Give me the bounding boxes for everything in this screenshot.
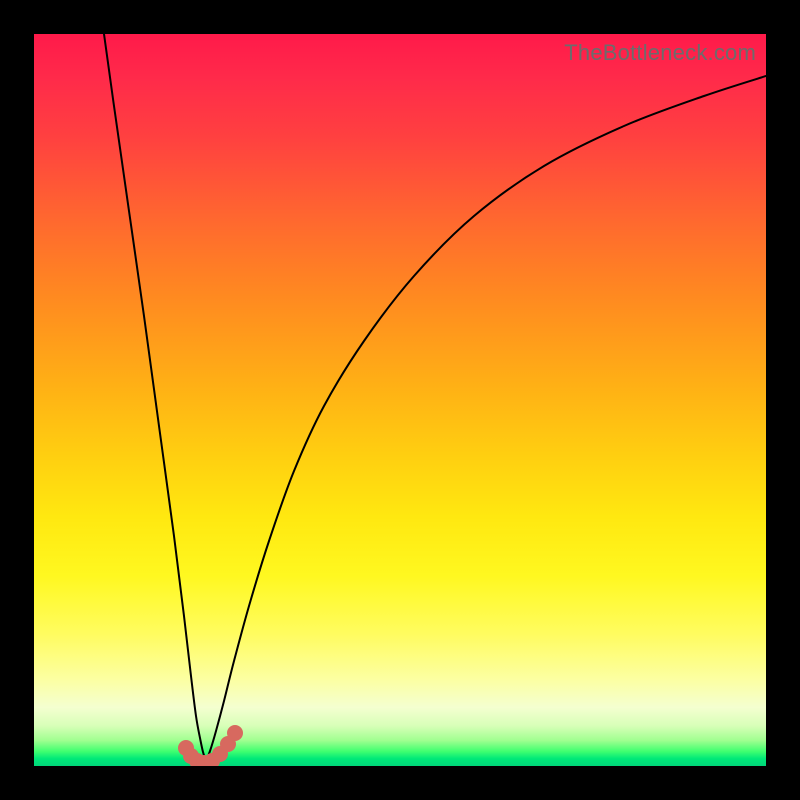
- curve-right-branch: [206, 76, 766, 761]
- chart-frame: TheBottleneck.com: [0, 0, 800, 800]
- plot-area: TheBottleneck.com: [34, 34, 766, 766]
- data-marker: [227, 725, 243, 741]
- curve-left-branch: [104, 34, 206, 761]
- data-markers: [178, 725, 243, 766]
- bottleneck-curve: [34, 34, 766, 766]
- watermark-text: TheBottleneck.com: [564, 40, 756, 66]
